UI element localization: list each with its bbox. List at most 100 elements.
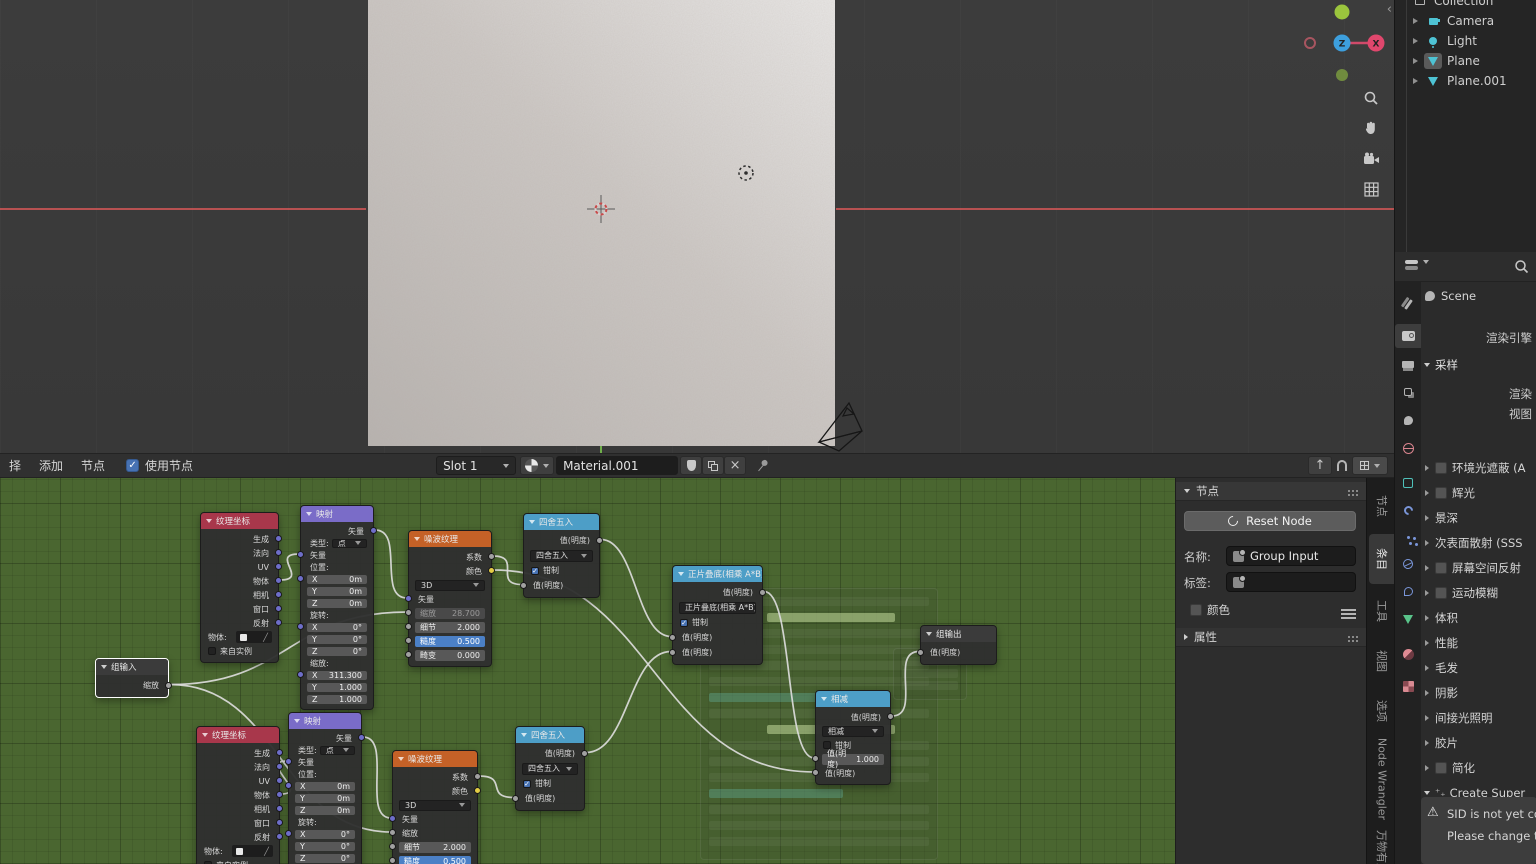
node-header[interactable]: 组输入 — [96, 659, 168, 675]
node-row-缩放[interactable]: 缩放 — [393, 826, 477, 840]
socket-矢量[interactable] — [405, 595, 412, 602]
properties-tab-material[interactable] — [1395, 642, 1421, 666]
color-checkbox[interactable] — [1190, 604, 1202, 616]
value-slider[interactable]: 畸变0.000 — [415, 650, 485, 661]
socket-值(明度)[interactable] — [917, 649, 924, 656]
socket-矢量[interactable] — [297, 551, 304, 558]
value-slider[interactable]: Z0m — [307, 599, 367, 608]
socket-物体[interactable] — [276, 791, 283, 798]
node-name-field[interactable]: Group Input — [1226, 546, 1356, 566]
node-row-值(明度)[interactable]: 值(明度) — [816, 710, 890, 724]
socket-缩放[interactable] — [389, 829, 396, 836]
dropdown[interactable]: 3D — [399, 800, 471, 811]
socket-X[interactable] — [297, 623, 304, 630]
node-row-3D[interactable]: 3D — [393, 798, 477, 812]
socket-窗口[interactable] — [275, 605, 282, 612]
dropdown[interactable]: 正片叠底(相乘 A*B) — [679, 602, 756, 614]
node-row-位置:[interactable]: 位置: — [289, 768, 361, 780]
socket-矢量[interactable] — [389, 815, 396, 822]
node-row-相减[interactable]: 相减 — [816, 724, 890, 738]
node-row-UV[interactable]: UV — [197, 774, 279, 788]
node-row-值(明度)[interactable]: 值(明度) — [516, 746, 584, 761]
pin-icon[interactable] — [752, 456, 772, 476]
plane-object[interactable] — [368, 0, 835, 446]
node-row-细节[interactable]: 细节2.000 — [393, 840, 477, 854]
checkbox[interactable]: ✓ — [680, 619, 688, 627]
sidebar-tab-工具[interactable]: 工具 — [1369, 588, 1394, 634]
panel-次表面散射-SSS[interactable]: 次表面散射 (SSS — [1423, 533, 1535, 553]
socket-缩放[interactable] — [405, 609, 412, 616]
value-slider[interactable]: X0m — [295, 782, 355, 791]
node-row-物体:[interactable]: 物体:╱ — [201, 630, 278, 644]
node-row-X[interactable]: X0m — [289, 780, 361, 792]
material-name-field[interactable]: Material.001 — [556, 456, 678, 475]
node-row-法向[interactable]: 法向 — [201, 546, 278, 560]
socket-细节[interactable] — [389, 843, 396, 850]
node-row-值(明度)[interactable]: 值(明度) — [524, 578, 599, 593]
node-math-round-1[interactable]: 四舍五入值(明度)四舍五入✓钳制值(明度) — [523, 513, 600, 598]
reset-node-button[interactable]: Reset Node — [1184, 511, 1356, 531]
value-slider[interactable]: 糙度0.500 — [399, 856, 471, 864]
node-row-X[interactable]: X0° — [289, 828, 361, 840]
panel-辉光[interactable]: 辉光 — [1423, 483, 1535, 503]
socket-值(明度)[interactable] — [512, 795, 519, 802]
browse-material-button[interactable] — [520, 456, 554, 475]
node-row-来自实例[interactable]: 来自实例 — [201, 644, 278, 658]
value-slider[interactable]: Y0° — [307, 635, 367, 644]
value-slider[interactable]: 缩放28.700 — [415, 608, 485, 619]
socket-值(明度)[interactable] — [812, 755, 819, 762]
node-group-input[interactable]: 组输入缩放 — [95, 658, 169, 698]
properties-tab-particles[interactable] — [1395, 525, 1421, 549]
node-row-钳制[interactable]: ✓钳制 — [516, 776, 584, 791]
value-slider[interactable]: 值(明度)1.000 — [822, 754, 884, 765]
node-row-细节[interactable]: 细节2.000 — [409, 620, 491, 634]
node-header[interactable]: 噪波纹理 — [393, 751, 477, 767]
panel-checkbox[interactable] — [1435, 462, 1447, 474]
sidebar-tab-万物有灵[interactable]: 万物有灵 — [1369, 824, 1394, 864]
socket-X[interactable] — [297, 671, 304, 678]
sampling-panel-header[interactable]: 采样 — [1423, 355, 1535, 375]
node-row-缩放[interactable]: 缩放 — [96, 678, 168, 693]
node-row-Y[interactable]: Y1.000 — [301, 681, 373, 693]
socket-法向[interactable] — [275, 549, 282, 556]
sidebar-tab-选项[interactable]: 选项 — [1369, 688, 1394, 734]
node-row-系数[interactable]: 系数 — [409, 550, 491, 564]
object-field[interactable]: ╱ — [236, 631, 272, 643]
node-row-来自实例[interactable]: 来自实例 — [197, 858, 279, 864]
node-row-旋转:[interactable]: 旋转: — [289, 816, 361, 828]
dropdown[interactable]: 四舍五入 — [522, 763, 578, 775]
node-row-畸变[interactable]: 畸变0.000 — [409, 648, 491, 662]
navigation-gizmo[interactable]: Z X — [1299, 2, 1389, 84]
editor-type-dropdown[interactable] — [1405, 260, 1429, 264]
node-header[interactable]: 纹理坐标 — [201, 513, 278, 529]
node-row-缩放[interactable]: 缩放28.700 — [409, 606, 491, 620]
triangle-right-icon[interactable] — [1413, 18, 1418, 24]
object-field[interactable]: ╱ — [232, 845, 273, 857]
menu-node[interactable]: 节点 — [72, 457, 114, 474]
node-row-值(明度)[interactable]: 值(明度)1.000 — [816, 752, 890, 766]
node-noise-texture-2[interactable]: 噪波纹理系数颜色3D矢量缩放细节2.000糙度0.500畸变0.000 — [392, 750, 478, 864]
socket-相机[interactable] — [275, 591, 282, 598]
socket-糙度[interactable] — [405, 637, 412, 644]
panel-胶片[interactable]: 胶片 — [1423, 733, 1535, 753]
value-slider[interactable]: Z0° — [307, 647, 367, 656]
value-slider[interactable]: X0m — [307, 575, 367, 584]
unlink-material-button[interactable]: × — [724, 456, 746, 475]
insert-into-group-button[interactable]: ↑ — [1308, 456, 1332, 475]
node-row-颜色[interactable]: 颜色 — [409, 564, 491, 578]
node-row-矢量[interactable]: 矢量 — [393, 812, 477, 826]
socket-细节[interactable] — [405, 623, 412, 630]
value-slider[interactable]: X0° — [307, 623, 367, 632]
node-row-X[interactable]: X311.300 — [301, 669, 373, 681]
node-mapping-1[interactable]: 映射矢量类型:点矢量位置:X0mY0mZ0m旋转:X0°Y0°Z0°缩放:X31… — [300, 505, 374, 710]
node-row-值(明度)[interactable]: 值(明度) — [921, 645, 996, 660]
properties-tab-object[interactable] — [1395, 471, 1421, 495]
value-slider[interactable]: Z0m — [295, 806, 355, 815]
node-header[interactable]: 映射 — [301, 506, 373, 522]
socket-反射[interactable] — [275, 619, 282, 626]
value-slider[interactable]: Y0m — [307, 587, 367, 596]
new-material-button[interactable] — [702, 456, 724, 475]
sidebar-tab-条目[interactable]: 条目 — [1369, 534, 1394, 584]
properties-tab-scene[interactable] — [1395, 408, 1421, 432]
properties-tab-modifiers[interactable] — [1395, 498, 1421, 522]
